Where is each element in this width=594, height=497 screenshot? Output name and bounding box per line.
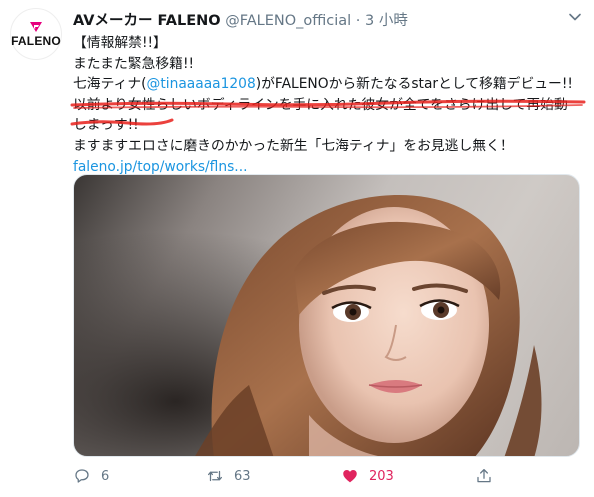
like-count: 203 xyxy=(369,468,394,484)
chevron-down-icon[interactable] xyxy=(568,10,582,24)
mention-link[interactable]: @tinaaaaa1208 xyxy=(147,76,256,92)
tweet-line-3-prefix: 七海ティナ( xyxy=(73,76,147,93)
tweet-line-4: 以前より女性らしいボディラインを手に入れた彼女が全てをさらけ出して再始動 xyxy=(73,96,568,113)
tweet-line-6: ますますエロさに磨きのかかった新生「七海ティナ」をお見逃し無く！ xyxy=(73,137,514,154)
retweet-icon xyxy=(207,470,223,482)
display-name[interactable]: AVメーカー FALENO xyxy=(73,13,221,29)
tweet-line-5: しまっす!! xyxy=(73,117,139,134)
retweet-count: 63 xyxy=(234,468,251,484)
share-icon xyxy=(477,468,491,483)
tweet-text: 【情報解禁!!】 またまた緊急移籍!! 七海ティナ(@tinaaaaa1208)… xyxy=(73,33,583,177)
faleno-logo-mark-icon xyxy=(30,21,42,32)
share-action[interactable] xyxy=(475,466,493,486)
tweet-media-photo[interactable] xyxy=(73,174,580,457)
profile-avatar[interactable]: FALENO xyxy=(10,8,62,60)
tweet-line-2: またまた緊急移籍!! xyxy=(73,55,195,72)
tweet-line-1: 【情報解禁!!】 xyxy=(73,35,167,51)
like-action[interactable]: 203 xyxy=(341,466,394,486)
reply-count: 6 xyxy=(101,468,110,484)
user-handle[interactable]: @FALENO_official xyxy=(225,13,351,29)
retweet-action[interactable]: 63 xyxy=(206,466,251,486)
tweet-line-3-suffix: )がFALENOから新たなるstarとして移籍デビュー!! xyxy=(255,76,573,93)
tweet-line-3: 七海ティナ(@tinaaaaa1208)がFALENOから新たなるstarとして… xyxy=(73,74,583,95)
heart-icon xyxy=(343,470,357,483)
tweet-timestamp[interactable]: 3 小時 xyxy=(365,13,408,29)
reply-action[interactable]: 6 xyxy=(73,466,109,486)
separator-dot: · xyxy=(355,13,361,29)
tweet-header: AVメーカー FALENO @FALENO_official · 3 小時 xyxy=(73,9,574,29)
portrait-photo-image xyxy=(74,175,579,456)
reply-icon xyxy=(75,469,89,483)
tweet-actions: 6 63 203 xyxy=(73,466,583,486)
avatar-logo-text: FALENO xyxy=(11,33,61,48)
